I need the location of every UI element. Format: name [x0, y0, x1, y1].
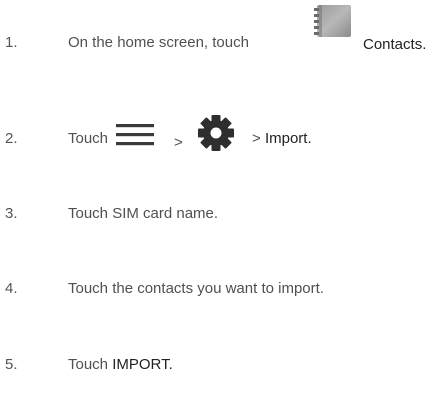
contacts-label: Contacts.	[363, 36, 427, 53]
step-4-text: Touch the contacts you want to import.	[68, 280, 324, 297]
step-5-number: 5.	[5, 356, 18, 373]
step-4: 4. Touch the contacts you want to import…	[0, 274, 444, 304]
import-label: Import.	[264, 130, 312, 147]
step-1-number: 1.	[5, 34, 18, 51]
step-2-number: 2.	[5, 130, 18, 147]
step-5-touch: Touch	[68, 356, 109, 373]
step-3-text: Touch SIM card name.	[68, 205, 219, 222]
menu-icon	[116, 124, 154, 146]
step-3: 3. Touch SIM card name.	[0, 199, 444, 229]
step-5-text: Touch IMPORT.	[68, 350, 173, 380]
settings-gear-icon	[198, 115, 234, 151]
step-5: 5. Touch IMPORT.	[0, 350, 444, 380]
step-3-number: 3.	[5, 205, 18, 222]
step-2-separator-1: >	[174, 134, 183, 151]
step-4-number: 4.	[5, 280, 18, 297]
step-2-touch: Touch	[68, 130, 109, 147]
step-2-separator-2: >	[252, 130, 261, 147]
contacts-app-icon	[314, 5, 351, 37]
step-1-text: On the home screen, touch	[68, 34, 249, 51]
import-action-label: IMPORT.	[112, 356, 173, 373]
step-2-import-label: > Import.	[252, 124, 312, 154]
